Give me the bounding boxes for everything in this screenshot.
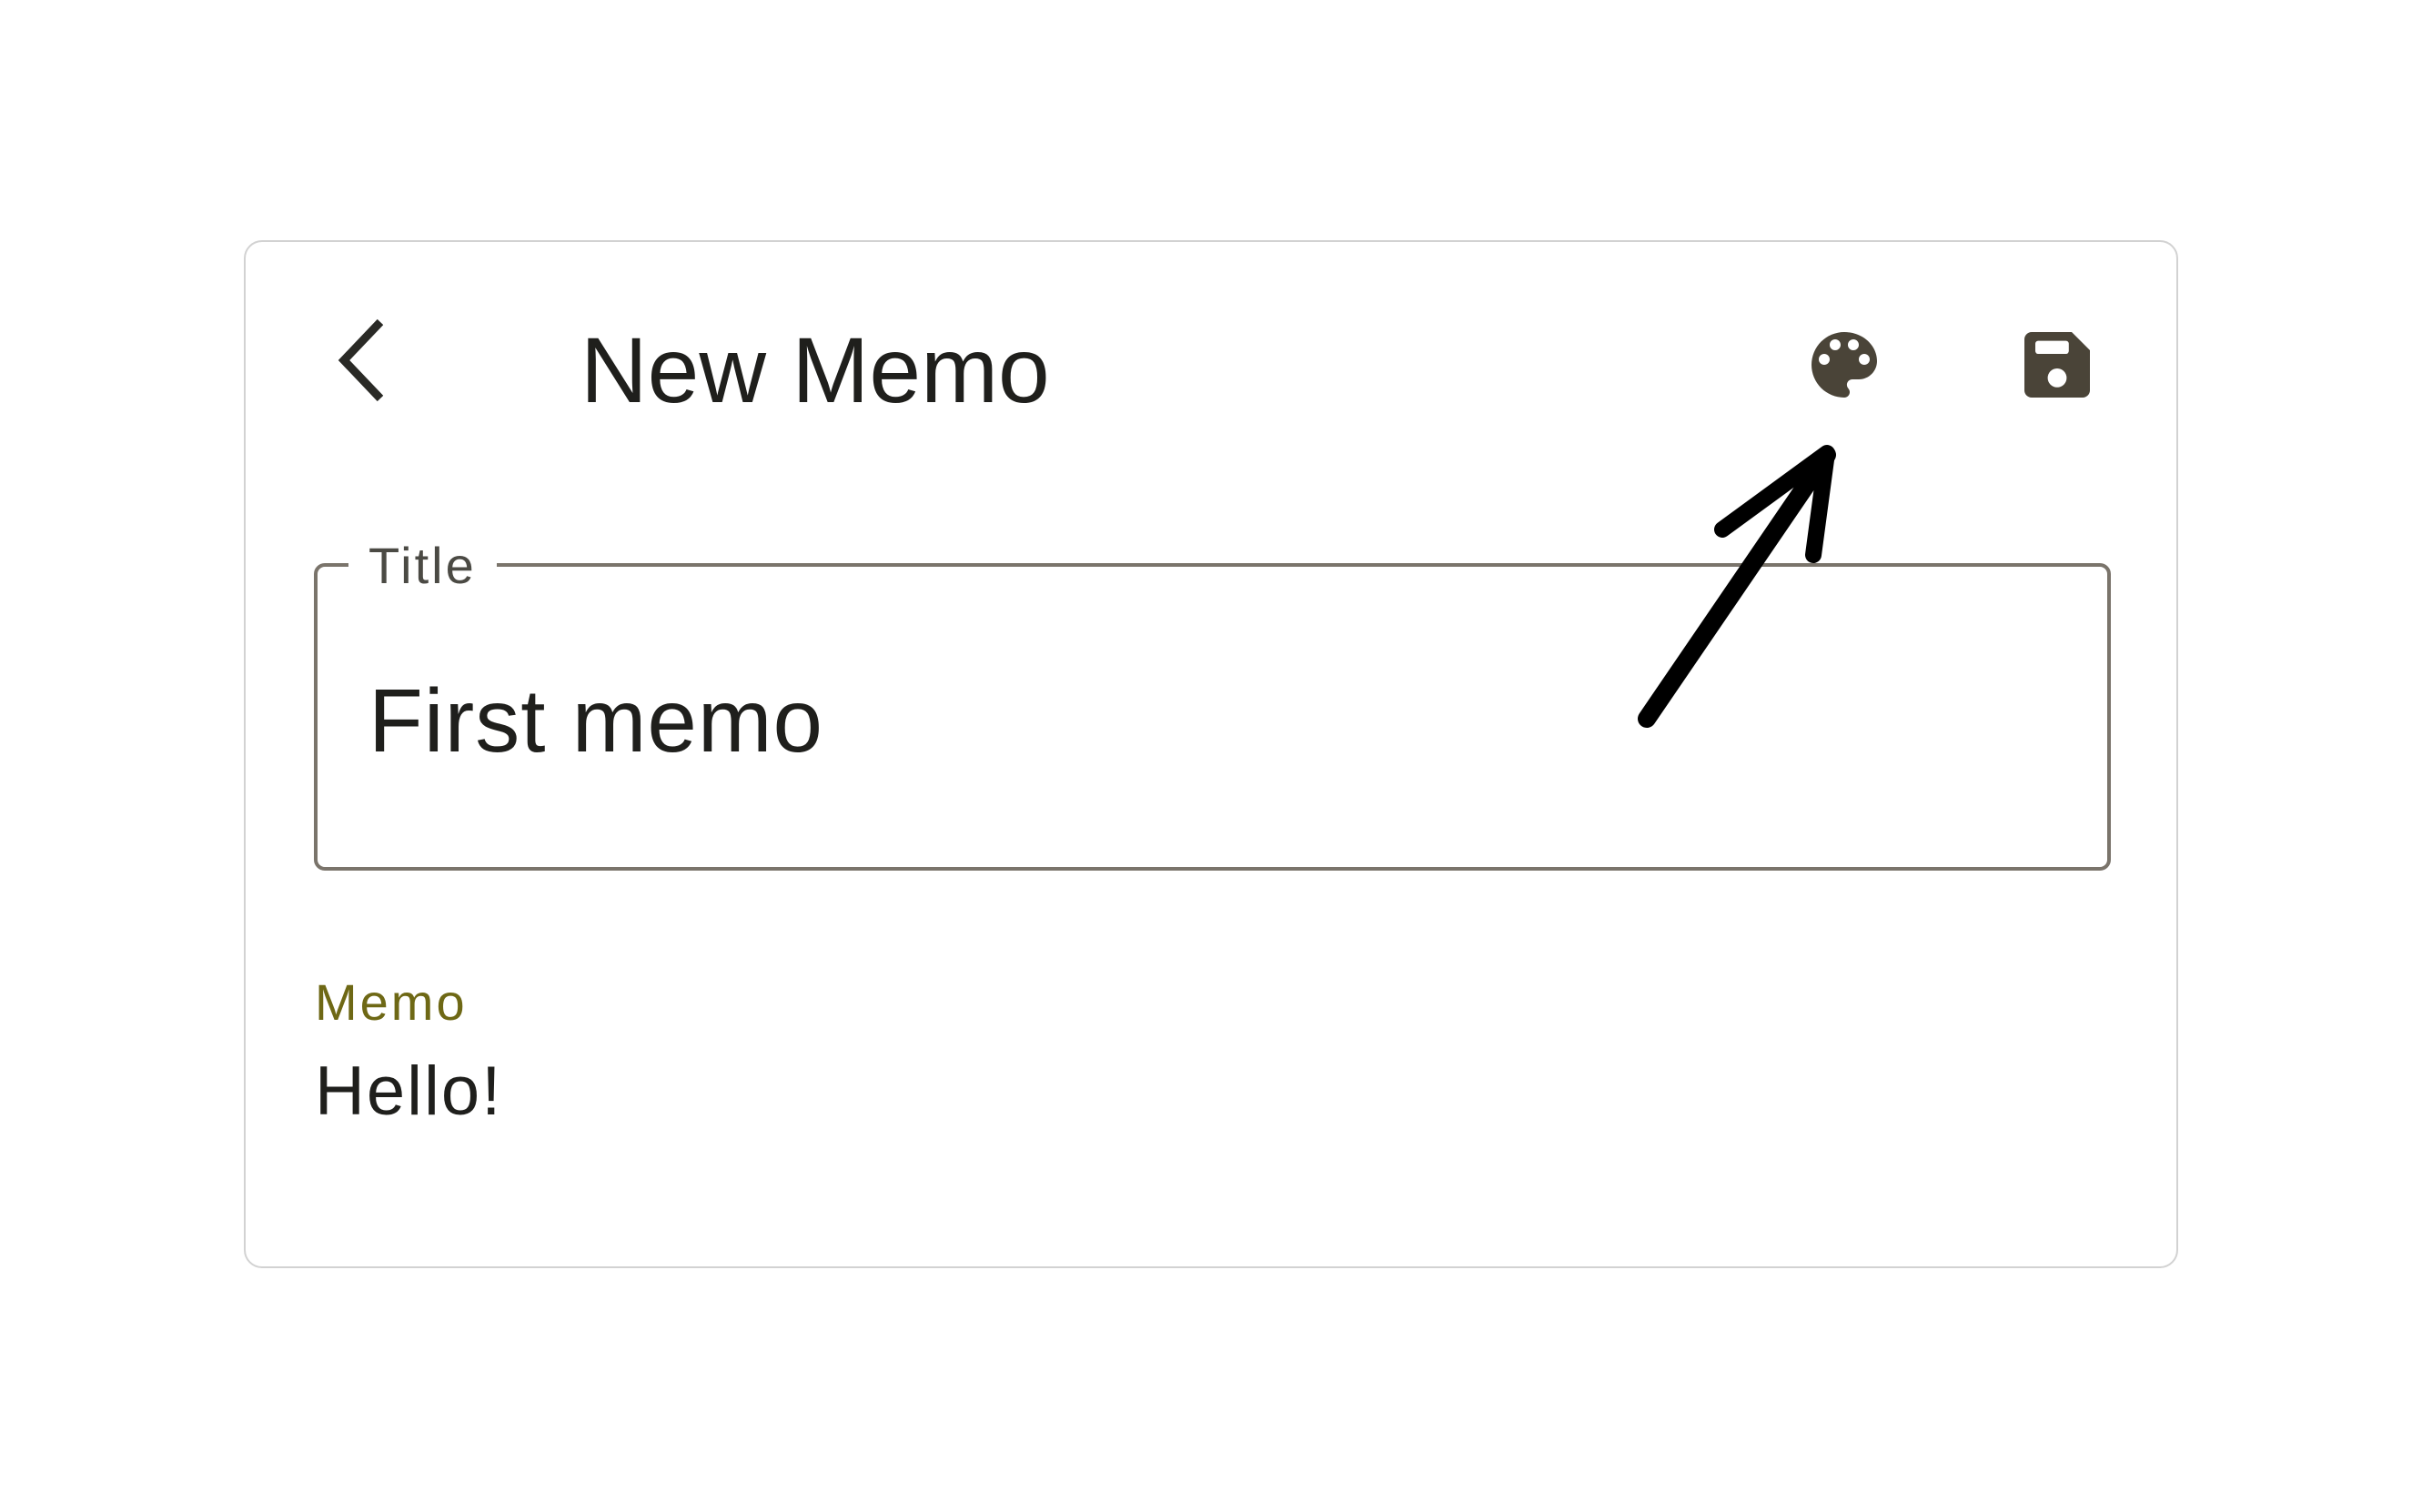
palette-button[interactable] [1794,315,1894,415]
title-input-value[interactable]: First memo [368,670,823,771]
title-field-label: Title [348,537,497,595]
floppy-disk-icon [2024,332,2090,398]
chevron-left-icon [338,318,384,402]
palette-icon [1812,332,1877,398]
memo-input[interactable]: Hello! [315,1051,502,1133]
page-title: New Memo [580,318,1050,422]
memo-field-label: Memo [315,973,468,1031]
save-button[interactable] [2007,315,2107,415]
back-button[interactable] [312,307,412,408]
